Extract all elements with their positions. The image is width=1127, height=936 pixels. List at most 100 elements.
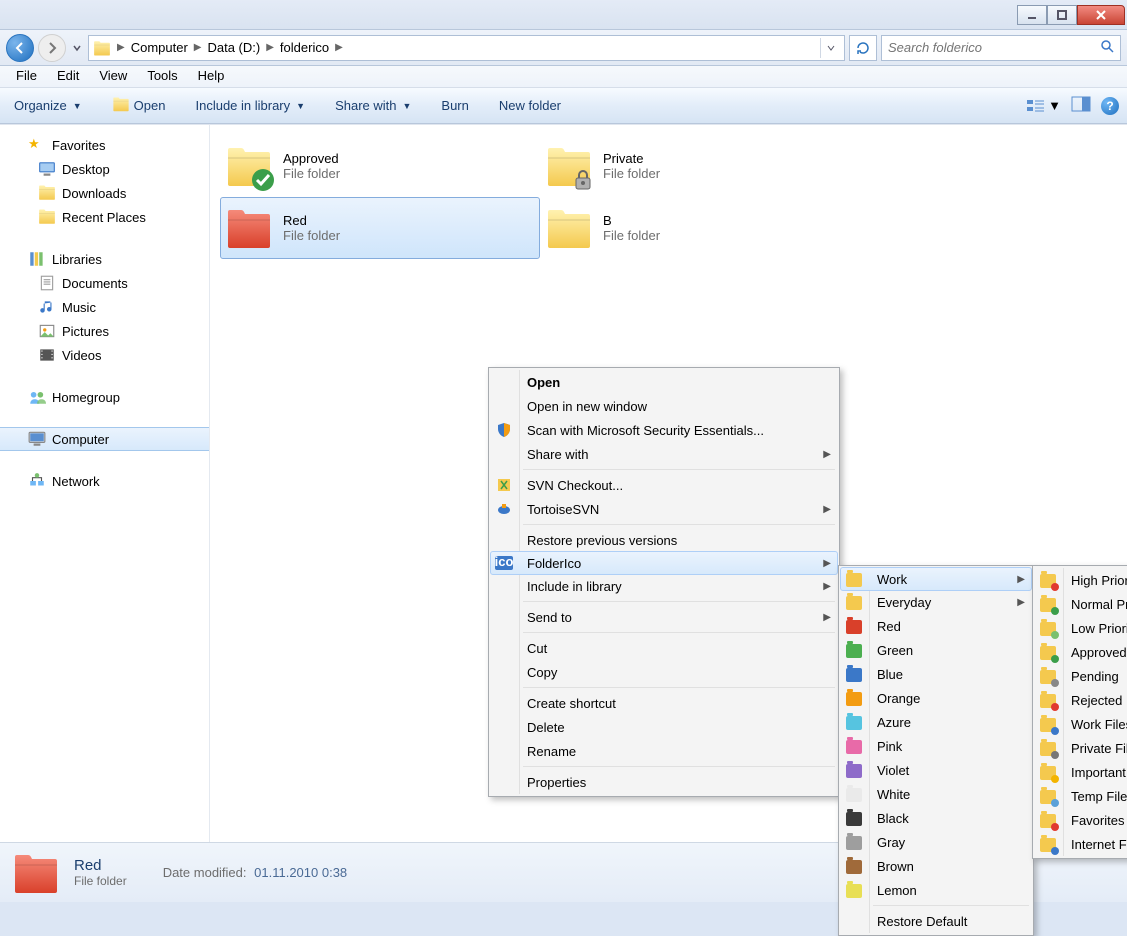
menu-item[interactable]: Low Priority [1035, 616, 1127, 640]
help-button[interactable]: ? [1101, 97, 1119, 115]
menu-item[interactable]: Rejected [1035, 688, 1127, 712]
menu-item[interactable]: Temp Files [1035, 784, 1127, 808]
menu-item[interactable]: Blue [841, 662, 1031, 686]
menu-item[interactable]: Restore Default [841, 909, 1031, 933]
menu-item[interactable]: White [841, 782, 1031, 806]
menu-item[interactable]: Open [491, 370, 837, 394]
menu-label: Black [867, 811, 909, 826]
share-with-button[interactable]: Share with▼ [329, 94, 417, 117]
menu-label: Favorites Files [1061, 813, 1127, 828]
menu-item[interactable]: Red [841, 614, 1031, 638]
menu-tools[interactable]: Tools [137, 66, 187, 87]
menu-item[interactable]: Properties [491, 770, 837, 794]
menu-item[interactable]: Send to▶ [491, 605, 837, 629]
sidebar-item-music[interactable]: Music [0, 295, 209, 319]
sidebar-item-documents[interactable]: Documents [0, 271, 209, 295]
maximize-button[interactable] [1047, 5, 1077, 25]
toolbar: Organize▼ Open Include in library▼ Share… [0, 88, 1127, 124]
menu-item[interactable]: SVN Checkout... [491, 473, 837, 497]
folder-item[interactable]: RedFile folder [220, 197, 540, 259]
search-input[interactable] [888, 40, 1100, 55]
minimize-button[interactable] [1017, 5, 1047, 25]
address-dropdown[interactable] [820, 38, 840, 58]
new-folder-button[interactable]: New folder [493, 94, 567, 117]
nav-forward-button[interactable] [38, 34, 66, 62]
menu-item[interactable]: Work Files [1035, 712, 1127, 736]
sidebar-item-videos[interactable]: Videos [0, 343, 209, 367]
menu-item[interactable]: Open in new window [491, 394, 837, 418]
file-list[interactable]: ApprovedFile folder PrivateFile folder R… [210, 125, 1127, 842]
menu-item[interactable]: Green [841, 638, 1031, 662]
menu-item[interactable]: Pending [1035, 664, 1127, 688]
breadcrumb-computer[interactable]: Computer [127, 36, 192, 60]
menu-item[interactable]: Create shortcut [491, 691, 837, 715]
sidebar-item-recent[interactable]: Recent Places [0, 205, 209, 229]
folder-item[interactable]: BFile folder [540, 197, 860, 259]
menu-item[interactable]: Everyday▶ [841, 590, 1031, 614]
menu-item[interactable]: Internet Files [1035, 832, 1127, 856]
menu-label: Blue [867, 667, 903, 682]
menu-item[interactable]: Gray [841, 830, 1031, 854]
menu-item[interactable]: Approved [1035, 640, 1127, 664]
menu-item[interactable]: Brown [841, 854, 1031, 878]
preview-pane-button[interactable] [1071, 96, 1091, 115]
view-mode-button[interactable]: ▼ [1026, 98, 1061, 114]
sidebar-computer[interactable]: Computer [0, 427, 209, 451]
organize-button[interactable]: Organize▼ [8, 94, 88, 117]
menu-item[interactable]: Scan with Microsoft Security Essentials.… [491, 418, 837, 442]
menu-item[interactable]: icoFolderIco▶ [490, 551, 838, 575]
breadcrumb-folder[interactable]: folderico [276, 36, 333, 60]
menu-item[interactable]: Work▶ [840, 567, 1032, 591]
menu-view[interactable]: View [89, 66, 137, 87]
menu-item[interactable]: Favorites Files [1035, 808, 1127, 832]
include-library-button[interactable]: Include in library▼ [189, 94, 311, 117]
menu-item[interactable]: High Priority [1035, 568, 1127, 592]
menu-help[interactable]: Help [188, 66, 235, 87]
nav-back-button[interactable] [6, 34, 34, 62]
details-meta-label: Date modified: [163, 865, 247, 880]
search-box[interactable] [881, 35, 1121, 61]
menu-item[interactable]: Normal Priority [1035, 592, 1127, 616]
sidebar-homegroup[interactable]: Homegroup [0, 385, 209, 409]
menu-edit[interactable]: Edit [47, 66, 89, 87]
sidebar-network[interactable]: Network [0, 469, 209, 493]
burn-button[interactable]: Burn [435, 94, 474, 117]
menu-label: Green [867, 643, 913, 658]
menu-item[interactable]: Copy [491, 660, 837, 684]
svg-text:ico: ico [495, 556, 513, 569]
menu-item[interactable]: Important Files [1035, 760, 1127, 784]
menu-item[interactable]: Pink [841, 734, 1031, 758]
menu-item[interactable]: Delete [491, 715, 837, 739]
menu-item[interactable]: Black [841, 806, 1031, 830]
address-bar[interactable]: ▶ Computer ▶ Data (D:) ▶ folderico ▶ [88, 35, 845, 61]
menu-icon [841, 763, 867, 777]
close-button[interactable] [1077, 5, 1125, 25]
menu-item[interactable]: Violet [841, 758, 1031, 782]
folder-item[interactable]: ApprovedFile folder [220, 135, 540, 197]
menu-item[interactable]: Rename [491, 739, 837, 763]
menu-item[interactable]: TortoiseSVN▶ [491, 497, 837, 521]
sidebar-item-downloads[interactable]: Downloads [0, 181, 209, 205]
menu-item[interactable]: Restore previous versions [491, 528, 837, 552]
menu-item[interactable]: Orange [841, 686, 1031, 710]
menu-item[interactable]: Share with▶ [491, 442, 837, 466]
sidebar-favorites-header[interactable]: ★ Favorites [0, 133, 209, 157]
open-button[interactable]: Open [106, 92, 172, 119]
menu-item[interactable]: Cut [491, 636, 837, 660]
sidebar-item-pictures[interactable]: Pictures [0, 319, 209, 343]
menu-item[interactable]: Azure [841, 710, 1031, 734]
folder-icon [225, 204, 273, 252]
menu-item[interactable]: Private Files [1035, 736, 1127, 760]
nav-history-dropdown[interactable] [70, 34, 84, 62]
recent-icon [38, 208, 56, 226]
folder-icon [225, 142, 273, 190]
sidebar-libraries-header[interactable]: Libraries [0, 247, 209, 271]
breadcrumb-drive[interactable]: Data (D:) [203, 36, 264, 60]
menu-icon: ico [491, 556, 517, 570]
sidebar-item-desktop[interactable]: Desktop [0, 157, 209, 181]
menu-icon [841, 619, 867, 633]
refresh-button[interactable] [849, 35, 877, 61]
menu-file[interactable]: File [6, 66, 47, 87]
folder-item[interactable]: PrivateFile folder [540, 135, 860, 197]
menu-item[interactable]: Include in library▶ [491, 574, 837, 598]
